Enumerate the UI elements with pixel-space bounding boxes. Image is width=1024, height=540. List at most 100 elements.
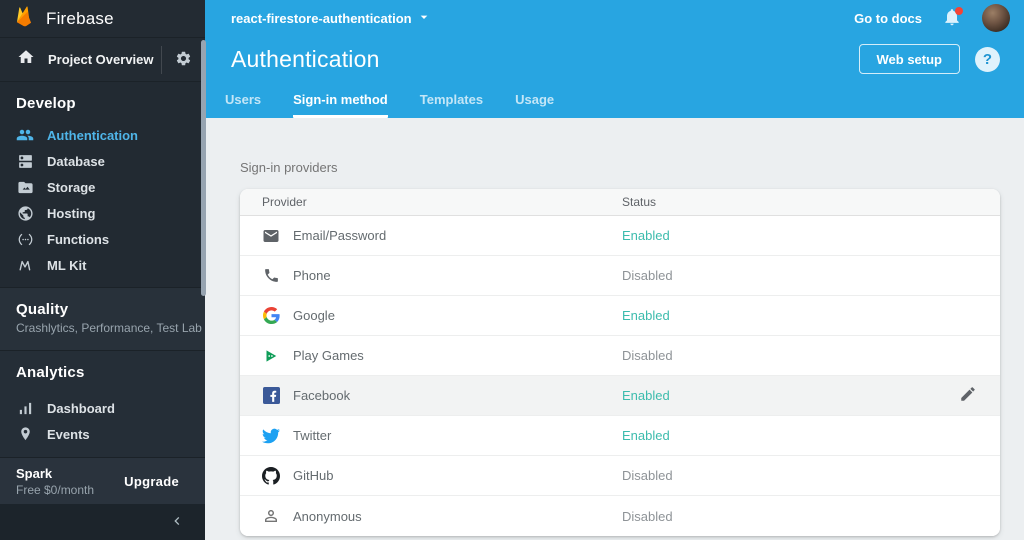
column-provider: Provider	[262, 195, 307, 209]
sidebar-footer	[0, 504, 205, 540]
table-row-github[interactable]: GitHub Disabled	[240, 456, 1000, 496]
table-row-phone[interactable]: Phone Disabled	[240, 256, 1000, 296]
plan-name: Spark	[16, 465, 53, 481]
provider-status: Enabled	[622, 228, 670, 243]
quality-heading: Quality	[16, 301, 69, 318]
sidebar-item-functions[interactable]: Functions	[0, 226, 205, 252]
plan-bar: Spark Free $0/month Upgrade	[0, 457, 205, 504]
avatar[interactable]	[982, 4, 1010, 32]
events-pin-icon	[16, 425, 34, 443]
ml-kit-icon	[16, 256, 34, 274]
gear-icon	[175, 50, 192, 70]
sidebar-item-ml-kit[interactable]: ML Kit	[0, 252, 205, 278]
project-overview-label: Project Overview	[48, 52, 154, 67]
collapse-sidebar-button[interactable]	[169, 513, 185, 532]
analytics-heading: Analytics	[16, 364, 85, 381]
plan-detail: Free $0/month	[16, 482, 95, 497]
quality-subtitle: Crashlytics, Performance, Test Lab	[16, 321, 202, 335]
pencil-icon	[959, 385, 977, 406]
sidebar-item-events[interactable]: Events	[0, 421, 205, 447]
firebase-console: Firebase Project Overview Develop Authen…	[0, 0, 1024, 540]
provider-status: Disabled	[622, 268, 673, 283]
provider-name: GitHub	[293, 468, 334, 483]
sidebar-section-quality[interactable]: Quality Crashlytics, Performance, Test L…	[0, 288, 205, 351]
provider-status: Enabled	[622, 308, 670, 323]
chevron-left-icon	[169, 513, 185, 532]
provider-name: Play Games	[293, 348, 364, 363]
table-row-google[interactable]: Google Enabled	[240, 296, 1000, 336]
facebook-icon	[262, 387, 280, 405]
provider-name: Anonymous	[293, 508, 362, 524]
project-settings-button[interactable]	[161, 45, 205, 74]
github-icon	[262, 466, 280, 485]
notification-badge	[955, 7, 963, 15]
email-icon	[262, 227, 280, 245]
sidebar-section-develop: Develop Authentication Database Storage	[0, 82, 205, 288]
sidebar-section-analytics: Analytics Dashboard Events	[0, 351, 205, 457]
sidebar-item-hosting[interactable]: Hosting	[0, 200, 205, 226]
go-to-docs-link[interactable]: Go to docs	[854, 11, 922, 26]
database-icon	[16, 152, 34, 170]
main-area: react-firestore-authentication Go to doc…	[205, 0, 1024, 540]
provider-name: Phone	[293, 268, 331, 283]
project-switcher[interactable]: react-firestore-authentication	[231, 9, 432, 28]
folder-icon	[16, 178, 34, 196]
provider-status: Disabled	[622, 508, 673, 524]
sidebar-item-dashboard[interactable]: Dashboard	[0, 395, 205, 421]
twitter-icon	[262, 427, 280, 445]
page-title: Authentication	[231, 45, 380, 72]
develop-heading: Develop	[16, 95, 76, 112]
firebase-brand[interactable]: Firebase	[0, 0, 205, 38]
tab-users[interactable]: Users	[225, 82, 261, 118]
sidebar-item-authentication[interactable]: Authentication	[0, 122, 205, 148]
help-icon[interactable]: ?	[975, 46, 1000, 72]
functions-icon	[16, 230, 34, 248]
page-header: react-firestore-authentication Go to doc…	[205, 0, 1024, 118]
content: Sign-in providers Provider Status Email/…	[205, 118, 1024, 540]
table-row-play-games[interactable]: Play Games Disabled	[240, 336, 1000, 376]
table-row-facebook[interactable]: Facebook Enabled	[240, 376, 1000, 416]
sidebar-item-database[interactable]: Database	[0, 148, 205, 174]
table-row-anonymous[interactable]: Anonymous Disabled	[240, 496, 1000, 536]
sidebar-item-storage[interactable]: Storage	[0, 174, 205, 200]
providers-table: Provider Status Email/Password Enabled P…	[240, 189, 1000, 536]
provider-status: Disabled	[622, 468, 673, 483]
provider-status: Enabled	[622, 388, 670, 403]
tab-templates[interactable]: Templates	[420, 82, 483, 118]
notifications-button[interactable]	[940, 6, 964, 30]
provider-name: Email/Password	[293, 228, 387, 243]
provider-name: Facebook	[293, 388, 351, 403]
sidebar-item-project-overview[interactable]: Project Overview	[0, 38, 205, 82]
topbar: react-firestore-authentication Go to doc…	[205, 0, 1024, 36]
google-icon	[262, 307, 280, 325]
provider-status: Disabled	[622, 348, 673, 363]
web-setup-button[interactable]: Web setup	[858, 44, 960, 74]
firebase-logo-icon	[15, 5, 33, 33]
chevron-down-icon	[416, 9, 432, 28]
globe-icon	[16, 204, 34, 222]
tab-bar: Users Sign-in method Templates Usage	[205, 82, 1024, 118]
table-row-twitter[interactable]: Twitter Enabled	[240, 416, 1000, 456]
column-status: Status	[622, 195, 657, 209]
table-header: Provider Status	[240, 189, 1000, 216]
play-games-icon	[262, 347, 280, 365]
table-row-email-password[interactable]: Email/Password Enabled	[240, 216, 1000, 256]
provider-status: Enabled	[622, 428, 670, 443]
edit-provider-button[interactable]	[956, 384, 980, 408]
tab-sign-in-method[interactable]: Sign-in method	[293, 82, 388, 118]
title-row: Authentication Web setup ?	[205, 36, 1024, 82]
brand-name: Firebase	[46, 8, 114, 28]
sidebar: Firebase Project Overview Develop Authen…	[0, 0, 205, 540]
topbar-actions: Go to docs	[854, 4, 1010, 32]
upgrade-button[interactable]: Upgrade	[112, 466, 191, 497]
anonymous-person-icon	[262, 507, 280, 525]
section-label: Sign-in providers	[240, 160, 338, 175]
home-icon	[17, 48, 35, 71]
provider-name: Twitter	[293, 428, 332, 443]
tab-usage[interactable]: Usage	[515, 82, 554, 118]
bar-chart-icon	[16, 399, 34, 417]
phone-icon	[262, 267, 280, 285]
provider-name: Google	[293, 308, 335, 323]
sidebar-scrollbar[interactable]	[201, 40, 206, 296]
project-name: react-firestore-authentication	[231, 10, 412, 26]
